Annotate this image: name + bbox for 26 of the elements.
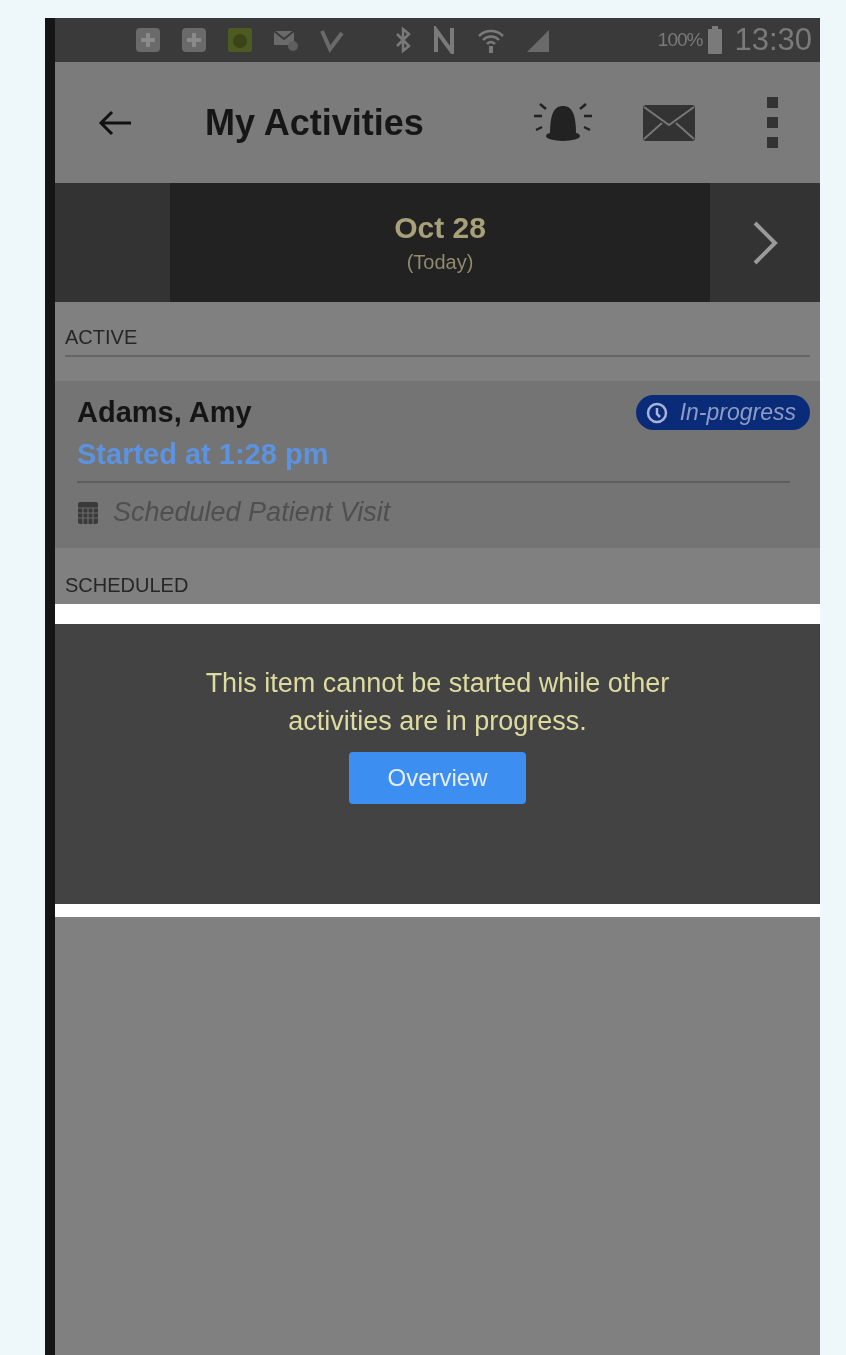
chevron-right-icon (752, 219, 778, 266)
more-menu-icon[interactable] (766, 96, 780, 149)
battery-percent: 100% (657, 29, 703, 51)
banner-message: This item cannot be started while other activities are in progress. (204, 667, 671, 738)
back-arrow-icon[interactable] (97, 108, 133, 137)
notification-icon (135, 27, 161, 53)
bluetooth-icon (393, 27, 413, 53)
screen-title: My Activities (205, 101, 425, 144)
notification-icon (181, 27, 207, 53)
patient-name: Adams, Amy (77, 396, 252, 429)
date-note: (Today) (406, 251, 474, 274)
overview-button[interactable]: Overview (349, 752, 526, 804)
nfc-icon (433, 26, 457, 54)
check-icon (319, 27, 345, 53)
battery-icon (708, 26, 723, 54)
date-label: Oct 28 (394, 211, 486, 245)
start-time: Started at 1:28 pm (77, 430, 790, 483)
calendar-icon (77, 500, 99, 525)
clock-icon (645, 401, 668, 424)
next-day-button[interactable] (710, 183, 820, 302)
mail-icon[interactable] (642, 103, 696, 142)
app-icon (227, 27, 253, 53)
status-badge: In-progress (635, 395, 810, 430)
clock-time: 13:30 (734, 22, 812, 58)
section-header: ACTIVE (65, 316, 810, 357)
section-header: SCHEDULED (65, 573, 190, 590)
